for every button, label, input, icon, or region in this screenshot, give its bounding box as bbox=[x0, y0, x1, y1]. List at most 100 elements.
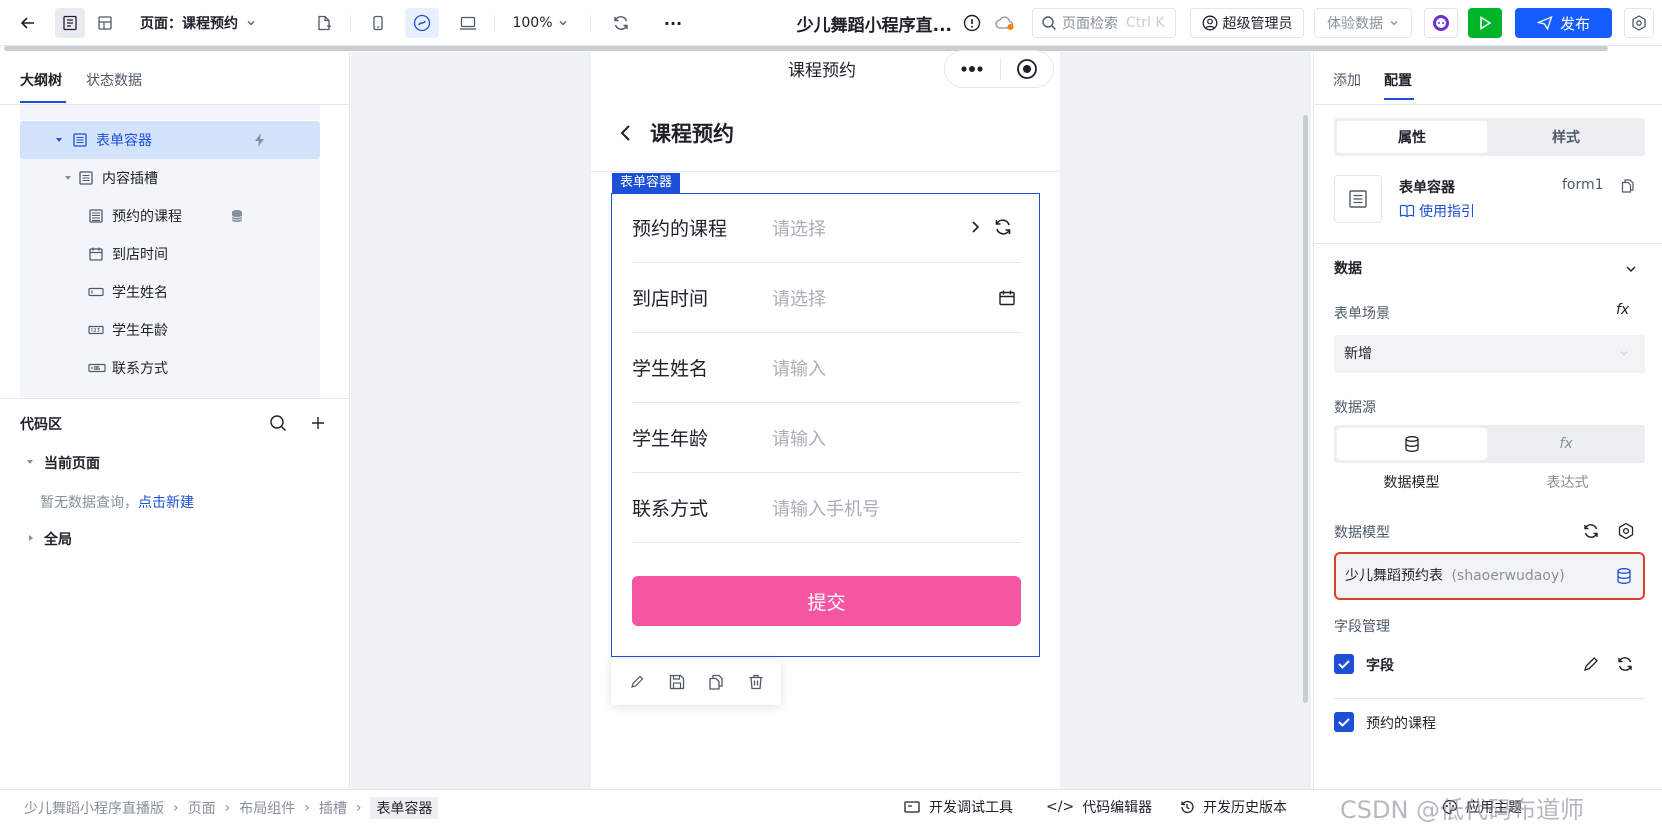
tab-state-data[interactable]: 状态数据 bbox=[86, 70, 142, 90]
ai-assistant-icon[interactable] bbox=[1424, 8, 1458, 38]
settings-icon[interactable] bbox=[1617, 522, 1635, 540]
copy-icon[interactable] bbox=[707, 673, 725, 691]
chevron-down-icon[interactable] bbox=[1625, 263, 1637, 275]
chevron-right-icon bbox=[970, 220, 980, 234]
empty-query-hint: 暂无数据查询，点击新建 bbox=[40, 492, 194, 512]
form-row-student-age[interactable]: 学生年龄 请输入 bbox=[632, 403, 1021, 473]
page-search-input[interactable]: 页面检索 Ctrl K bbox=[1032, 8, 1176, 38]
user-role-button[interactable]: 超级管理员 bbox=[1190, 8, 1304, 38]
tree-item-label: 联系方式 bbox=[112, 361, 168, 377]
current-page-node[interactable]: 当前页面 bbox=[44, 453, 100, 473]
breadcrumb-current[interactable]: 表单容器 bbox=[370, 797, 439, 819]
mobile-preview-icon[interactable] bbox=[364, 8, 392, 38]
form-row-contact[interactable]: 联系方式 请输入手机号 bbox=[632, 473, 1021, 543]
user-icon bbox=[1202, 15, 1218, 31]
canvas-vertical-scrollbar[interactable] bbox=[1303, 115, 1308, 703]
copy-icon[interactable] bbox=[1620, 178, 1636, 194]
fx-expression-icon[interactable]: fx bbox=[1616, 302, 1629, 318]
data-model-select[interactable]: 少儿舞蹈预约表 (shaoerwudaoy) bbox=[1334, 552, 1645, 600]
search-icon[interactable] bbox=[269, 414, 287, 432]
edit-pen-icon[interactable] bbox=[1582, 655, 1600, 673]
back-arrow-icon[interactable] bbox=[14, 8, 42, 38]
more-dots-icon[interactable] bbox=[960, 63, 984, 75]
caret-right-icon[interactable] bbox=[27, 534, 35, 542]
refresh-icon[interactable] bbox=[606, 8, 636, 38]
breadcrumb-item[interactable]: 少儿舞蹈小程序直播版 bbox=[24, 798, 164, 818]
calendar-icon bbox=[88, 246, 104, 262]
tree-item-contact[interactable]: 联系方式 bbox=[20, 349, 320, 387]
desktop-preview-icon[interactable] bbox=[453, 8, 483, 38]
devtools-button[interactable]: 开发调试工具 bbox=[903, 797, 1013, 817]
more-menu-button[interactable]: ··· bbox=[658, 8, 688, 38]
source-expression-option[interactable]: fx bbox=[1490, 428, 1642, 460]
edit-pen-icon[interactable] bbox=[629, 674, 645, 690]
submit-button[interactable]: 提交 bbox=[632, 576, 1021, 626]
miniprogram-preview-icon[interactable] bbox=[405, 8, 439, 38]
global-node[interactable]: 全局 bbox=[44, 529, 72, 549]
property-style-segmented: 属性 样式 bbox=[1334, 118, 1645, 156]
breadcrumb-item[interactable]: 插槽 bbox=[319, 798, 347, 818]
history-button[interactable]: 开发历史版本 bbox=[1179, 797, 1287, 817]
right-panel: 添加 配置 属性 样式 表单容器 form1 使用指引 数据 表单场景 fx 新… bbox=[1313, 52, 1662, 789]
new-page-icon[interactable] bbox=[310, 8, 338, 38]
database-icon[interactable] bbox=[1615, 567, 1633, 585]
lightning-icon[interactable] bbox=[252, 132, 268, 148]
breadcrumb: 少儿舞蹈小程序直播版 › 页面 › 布局组件 › 插槽 › 表单容器 bbox=[24, 797, 439, 819]
tab-config[interactable]: 配置 bbox=[1384, 70, 1412, 90]
component-id: form1 bbox=[1562, 177, 1604, 193]
run-preview-button[interactable] bbox=[1468, 8, 1502, 38]
tree-item-student-age[interactable]: 学生年龄 bbox=[20, 311, 320, 349]
form-row-course[interactable]: 预约的课程 请选择 bbox=[632, 193, 1021, 263]
refresh-icon[interactable] bbox=[1616, 655, 1634, 673]
zoom-select[interactable]: 100% bbox=[508, 8, 572, 38]
close-target-icon[interactable] bbox=[1016, 58, 1038, 80]
app-title: 少儿舞蹈小程序直... bbox=[796, 15, 952, 36]
segment-styles[interactable]: 样式 bbox=[1490, 121, 1642, 153]
tab-add[interactable]: 添加 bbox=[1333, 70, 1361, 90]
breadcrumb-item[interactable]: 布局组件 bbox=[239, 798, 295, 818]
form-scene-select[interactable]: 新增 bbox=[1334, 335, 1645, 373]
segment-properties[interactable]: 属性 bbox=[1337, 121, 1487, 153]
back-chevron-icon[interactable] bbox=[618, 122, 634, 144]
data-mode-select[interactable]: 体验数据 bbox=[1314, 8, 1412, 38]
form-scene-value: 新增 bbox=[1344, 346, 1372, 362]
usage-guide-link[interactable]: 使用指引 bbox=[1399, 201, 1475, 221]
save-icon[interactable] bbox=[668, 673, 686, 691]
horizontal-scrollbar[interactable] bbox=[4, 46, 1608, 51]
tree-item-arrival-time[interactable]: 到店时间 bbox=[20, 235, 320, 273]
refresh-icon[interactable] bbox=[1582, 522, 1600, 540]
field-course-checkbox[interactable] bbox=[1334, 712, 1354, 732]
source-data-model-option[interactable] bbox=[1337, 428, 1487, 460]
capsule-menu[interactable] bbox=[944, 50, 1054, 88]
form-row-arrival-time[interactable]: 到店时间 请选择 bbox=[632, 263, 1021, 333]
cloud-sync-icon[interactable] bbox=[992, 8, 1018, 38]
delete-trash-icon[interactable] bbox=[747, 673, 765, 691]
create-query-link[interactable]: 点击新建 bbox=[138, 495, 194, 511]
fields-checkbox[interactable] bbox=[1334, 654, 1354, 674]
tab-outline-tree[interactable]: 大纲树 bbox=[20, 70, 62, 90]
page-view-icon[interactable] bbox=[55, 8, 85, 38]
expression-option-label: 表达式 bbox=[1546, 475, 1589, 491]
add-icon[interactable] bbox=[310, 415, 326, 431]
form-row-student-name[interactable]: 学生姓名 请输入 bbox=[632, 333, 1021, 403]
warning-info-icon[interactable] bbox=[960, 8, 984, 38]
tree-item-content-slot[interactable]: 内容插槽 bbox=[20, 159, 320, 197]
tree-item-form-container[interactable]: 表单容器 bbox=[20, 121, 320, 159]
page-selector[interactable]: 页面：课程预约 bbox=[140, 8, 280, 38]
form-scene-label: 表单场景 bbox=[1334, 306, 1390, 322]
section-data-title[interactable]: 数据 bbox=[1334, 258, 1362, 278]
tree-item-course-select[interactable]: 预约的课程 bbox=[20, 197, 320, 235]
caret-down-icon bbox=[55, 136, 63, 144]
field-placeholder: 请选择 bbox=[772, 288, 826, 310]
text-input-icon bbox=[88, 284, 104, 300]
caret-down-icon[interactable] bbox=[26, 458, 34, 466]
breadcrumb-item[interactable]: 页面 bbox=[188, 798, 216, 818]
field-label: 预约的课程 bbox=[632, 218, 728, 240]
code-editor-button[interactable]: </> 代码编辑器 bbox=[1046, 797, 1152, 817]
refresh-icon[interactable] bbox=[993, 217, 1013, 237]
tree-item-student-name[interactable]: 学生姓名 bbox=[20, 273, 320, 311]
settings-icon[interactable] bbox=[1624, 8, 1654, 38]
publish-button[interactable]: 发布 bbox=[1515, 8, 1612, 38]
calendar-icon[interactable] bbox=[998, 289, 1016, 307]
layout-view-icon[interactable] bbox=[90, 8, 120, 38]
